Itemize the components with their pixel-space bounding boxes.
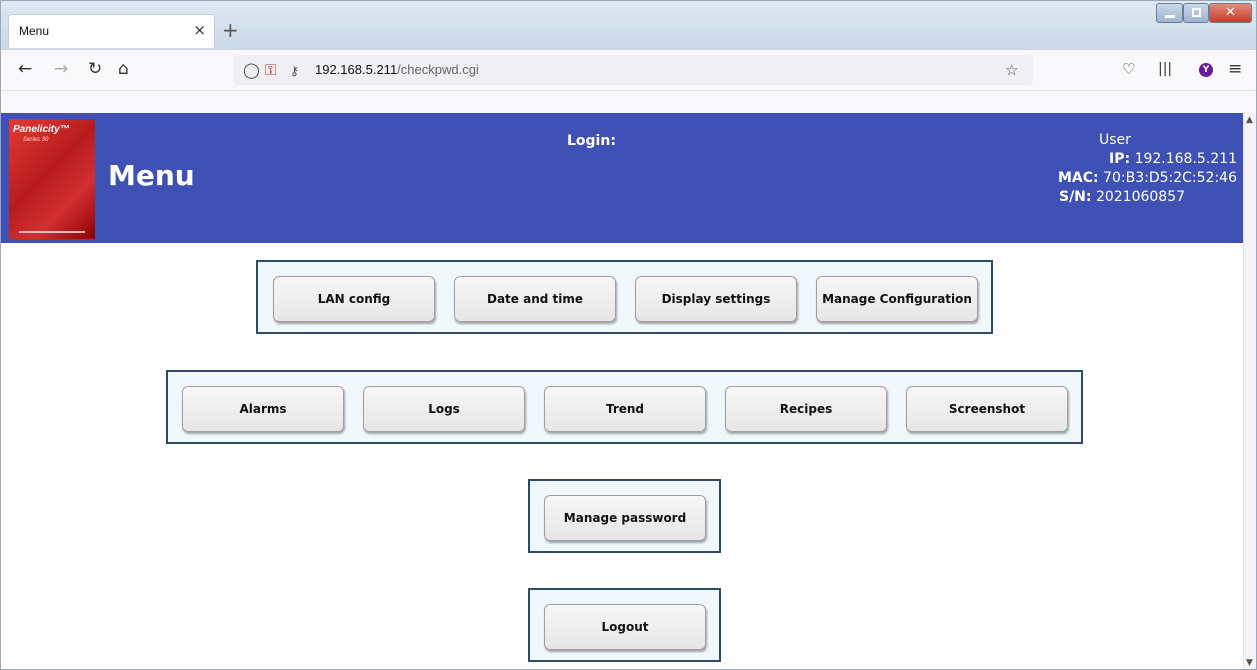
new-tab-button[interactable]: +	[222, 18, 239, 42]
panelicity-logo: Panelicity™ Series 30	[9, 119, 95, 239]
url-path: /checkpwd.cgi	[397, 62, 479, 77]
sn-value: 2021060857	[1095, 189, 1186, 205]
ip-label: IP:	[1109, 151, 1131, 167]
manage-configuration-button[interactable]: Manage Configuration	[816, 276, 978, 322]
logo-footer-line	[19, 231, 85, 233]
lan-config-button[interactable]: LAN config	[273, 276, 435, 322]
sn-row: S/N: 2021060857	[1058, 188, 1237, 207]
logo-series: Series 30	[23, 137, 49, 143]
alarms-button[interactable]: Alarms	[182, 386, 344, 432]
close-window-button[interactable]: ✕	[1209, 3, 1252, 23]
mac-label: MAC:	[1057, 170, 1099, 186]
logo-brand: Panelicity™	[13, 124, 70, 135]
config-button-group: LAN config Date and time Display setting…	[256, 260, 993, 334]
ip-row: IP: 192.168.5.211	[1058, 150, 1237, 169]
close-window-icon: ✕	[1225, 5, 1236, 20]
logout-button[interactable]: Logout	[544, 604, 706, 650]
logs-button[interactable]: Logs	[363, 386, 525, 432]
password-button-group: Manage password	[528, 479, 721, 553]
browser-titlebar: Menu × + ✕	[0, 0, 1257, 50]
url-text[interactable]: 192.168.5.211/checkpwd.cgi	[315, 62, 479, 77]
key-icon[interactable]: ⚷	[290, 60, 299, 82]
browser-tab[interactable]: Menu ×	[8, 14, 215, 48]
account-avatar[interactable]: Y	[1199, 63, 1213, 77]
manage-password-button[interactable]: Manage password	[544, 495, 706, 541]
insecure-lock-icon[interactable]: ⚿	[265, 59, 276, 81]
ip-value: 192.168.5.211	[1134, 151, 1237, 167]
forward-arrow-icon[interactable]: →	[54, 58, 68, 80]
display-settings-button[interactable]: Display settings	[635, 276, 797, 322]
page-title: Menu	[108, 159, 195, 192]
pocket-icon[interactable]: ♡	[1122, 58, 1135, 80]
scroll-up-icon[interactable]: ▲	[1246, 115, 1253, 125]
date-and-time-button[interactable]: Date and time	[454, 276, 616, 322]
scroll-down-icon[interactable]: ▼	[1246, 658, 1253, 668]
trend-button[interactable]: Trend	[544, 386, 706, 432]
logout-button-group: Logout	[528, 588, 721, 662]
bookmark-star-icon[interactable]: ☆	[1005, 59, 1018, 81]
url-host: 192.168.5.211	[315, 62, 398, 77]
minimize-icon	[1165, 15, 1175, 18]
user-name: User	[1098, 132, 1131, 148]
page-header: Panelicity™ Series 30 Menu Login: User I…	[0, 113, 1243, 243]
data-button-group: Alarms Logs Trend Recipes Screenshot	[166, 370, 1083, 444]
device-info: User IP: 192.168.5.211 MAC: 70:B3:D5:2C:…	[1058, 131, 1237, 207]
minimize-button[interactable]	[1156, 3, 1183, 23]
back-arrow-icon[interactable]: ←	[18, 58, 32, 80]
maximize-button[interactable]	[1183, 3, 1209, 23]
maximize-icon	[1192, 8, 1201, 17]
mac-row: MAC: 70:B3:D5:2C:52:46	[1058, 169, 1237, 188]
screenshot-button[interactable]: Screenshot	[906, 386, 1068, 432]
page-scrollbar[interactable]: ▲ ▼	[1243, 113, 1257, 670]
browser-navbar: ← → ↻ ⌂ ◯ ⚿ ⚷ 192.168.5.211/checkpwd.cgi…	[0, 50, 1257, 91]
home-icon[interactable]: ⌂	[118, 58, 129, 80]
recipes-button[interactable]: Recipes	[725, 386, 887, 432]
tab-title: Menu	[19, 24, 50, 38]
close-tab-icon[interactable]: ×	[193, 21, 206, 39]
address-bar[interactable]: ◯ ⚿ ⚷ 192.168.5.211/checkpwd.cgi ☆	[233, 55, 1033, 85]
mac-value: 70:B3:D5:2C:52:46	[1103, 170, 1237, 186]
tracking-shield-icon[interactable]: ◯	[243, 59, 260, 81]
reload-icon[interactable]: ↻	[88, 58, 102, 80]
bookmarks-bar	[0, 91, 1257, 113]
page-content: Panelicity™ Series 30 Menu Login: User I…	[0, 113, 1243, 670]
menu-icon[interactable]: ≡	[1228, 58, 1242, 80]
sn-label: S/N:	[1058, 189, 1092, 205]
library-icon[interactable]: |||	[1158, 58, 1172, 80]
login-label: Login:	[567, 133, 616, 149]
